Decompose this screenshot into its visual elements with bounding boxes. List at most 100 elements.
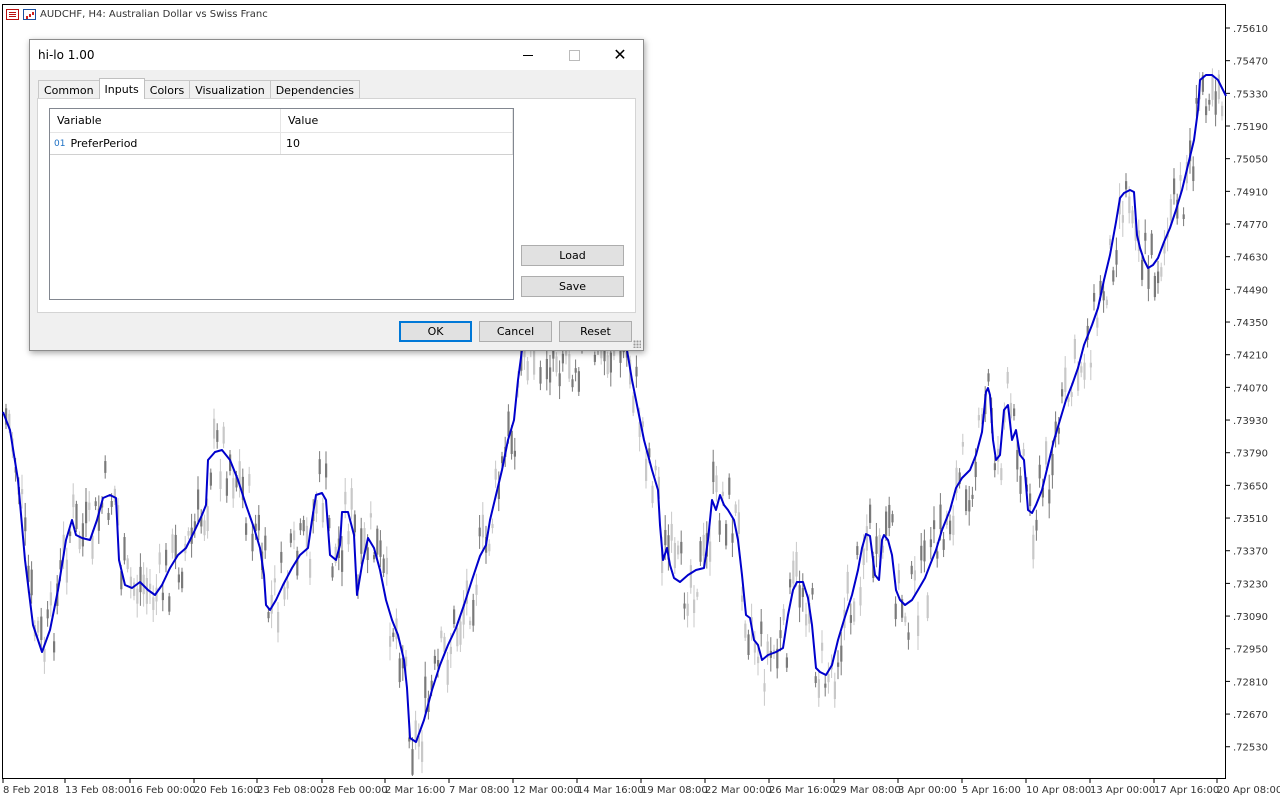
load-button[interactable]: Load bbox=[521, 245, 624, 266]
time-label: 29 Mar 08:00 bbox=[834, 785, 901, 796]
price-label: .74210 bbox=[1233, 351, 1268, 362]
grid-header: Variable Value bbox=[50, 109, 513, 133]
price-label: .75470 bbox=[1233, 57, 1268, 68]
candle-body bbox=[859, 587, 862, 606]
value-cell[interactable]: 10 bbox=[281, 133, 513, 154]
candle-body bbox=[469, 620, 472, 625]
candle-body bbox=[1048, 489, 1051, 504]
candle-body bbox=[257, 514, 260, 531]
candle-body bbox=[683, 603, 686, 609]
candle-body bbox=[149, 583, 152, 590]
candle-body bbox=[1035, 519, 1038, 531]
candle-body bbox=[171, 534, 174, 553]
price-label: .73790 bbox=[1233, 449, 1268, 460]
candle-body bbox=[392, 632, 395, 637]
time-label: 17 Apr 16:00 bbox=[1154, 785, 1219, 796]
tab-dependencies[interactable]: Dependencies bbox=[269, 80, 360, 99]
candle-body bbox=[1214, 91, 1217, 115]
candle-body bbox=[440, 630, 443, 639]
tab-colors[interactable]: Colors bbox=[143, 80, 191, 99]
candle-body bbox=[353, 514, 356, 533]
tab-inputs[interactable]: Inputs bbox=[98, 78, 145, 99]
candle-body bbox=[1045, 441, 1048, 465]
candle-body bbox=[539, 367, 542, 384]
integer-type-icon: 01 bbox=[54, 138, 66, 149]
variable-cell[interactable]: 01 PreferPeriod bbox=[50, 133, 281, 154]
column-header-value[interactable]: Value bbox=[281, 109, 513, 132]
variable-name: PreferPeriod bbox=[70, 137, 138, 150]
candle-body bbox=[81, 523, 84, 547]
tab-visualization[interactable]: Visualization bbox=[189, 80, 271, 99]
candle-body bbox=[379, 540, 382, 557]
candle-body bbox=[1147, 267, 1150, 289]
price-label: .73370 bbox=[1233, 547, 1268, 558]
candle-body bbox=[248, 474, 251, 486]
candle-body bbox=[1192, 166, 1195, 182]
tab-common[interactable]: Common bbox=[38, 80, 100, 99]
close-button[interactable]: ✕ bbox=[597, 40, 643, 70]
candle-body bbox=[366, 547, 369, 561]
candle-body bbox=[817, 679, 820, 698]
candle-body bbox=[49, 592, 52, 606]
candle-body bbox=[453, 609, 456, 625]
time-label: 14 Mar 16:00 bbox=[577, 785, 644, 796]
candle-body bbox=[721, 491, 724, 496]
candle-body bbox=[792, 560, 795, 584]
cancel-button[interactable]: Cancel bbox=[479, 321, 552, 342]
chart-menu-icon[interactable] bbox=[6, 8, 19, 20]
candle-body bbox=[757, 656, 760, 664]
time-label: 5 Apr 16:00 bbox=[962, 785, 1021, 796]
candle-body bbox=[206, 506, 209, 532]
candle-body bbox=[1061, 389, 1064, 397]
candle-body bbox=[273, 578, 276, 583]
candle-body bbox=[376, 528, 379, 555]
candle-body bbox=[977, 415, 980, 421]
candle-body bbox=[609, 352, 612, 373]
candle-body bbox=[545, 358, 548, 380]
candle-body bbox=[814, 676, 817, 684]
candle-body bbox=[574, 368, 577, 373]
candle-body bbox=[833, 681, 836, 700]
candle-body bbox=[897, 570, 900, 584]
candle-body bbox=[1157, 271, 1160, 284]
candle-body bbox=[30, 569, 33, 596]
candle-body bbox=[75, 503, 78, 529]
save-button[interactable]: Save bbox=[521, 276, 624, 297]
time-label: 7 Mar 08:00 bbox=[449, 785, 509, 796]
reset-button[interactable]: Reset bbox=[559, 321, 632, 342]
candle-body bbox=[421, 741, 424, 762]
candle-body bbox=[302, 520, 305, 532]
resize-grip[interactable] bbox=[633, 340, 641, 348]
candle-body bbox=[389, 636, 392, 647]
column-header-variable[interactable]: Variable bbox=[50, 109, 281, 132]
candle-body bbox=[293, 530, 296, 541]
candle-body bbox=[53, 641, 56, 653]
candle-body bbox=[491, 523, 494, 529]
dialog-titlebar[interactable]: hi-lo 1.00 ✕ bbox=[30, 40, 643, 70]
candle-body bbox=[891, 514, 894, 523]
candle-body bbox=[939, 504, 942, 530]
candle-body bbox=[1131, 210, 1134, 224]
candle-body bbox=[801, 588, 804, 597]
candle-body bbox=[481, 514, 484, 538]
table-row[interactable]: 01 PreferPeriod 10 bbox=[50, 133, 513, 155]
candle-body bbox=[753, 643, 756, 653]
chart-type-icon[interactable] bbox=[23, 8, 36, 20]
candle-body bbox=[913, 570, 916, 581]
candle-body bbox=[712, 461, 715, 483]
candle-body bbox=[952, 515, 955, 535]
candle-body bbox=[718, 520, 721, 535]
candle-body bbox=[1089, 362, 1092, 368]
candle-body bbox=[165, 549, 168, 566]
candle-body bbox=[744, 623, 747, 638]
candle-body bbox=[936, 551, 939, 559]
inputs-grid[interactable]: Variable Value 01 PreferPeriod 10 bbox=[49, 108, 514, 300]
candle-body bbox=[651, 485, 654, 504]
candle-body bbox=[331, 566, 334, 578]
minimize-button[interactable] bbox=[505, 40, 551, 70]
candle-body bbox=[94, 501, 97, 507]
ok-button[interactable]: OK bbox=[399, 321, 472, 342]
candle-body bbox=[251, 533, 254, 552]
tab-strip: Common Inputs Colors Visualization Depen… bbox=[38, 78, 360, 99]
candle-body bbox=[277, 611, 280, 633]
